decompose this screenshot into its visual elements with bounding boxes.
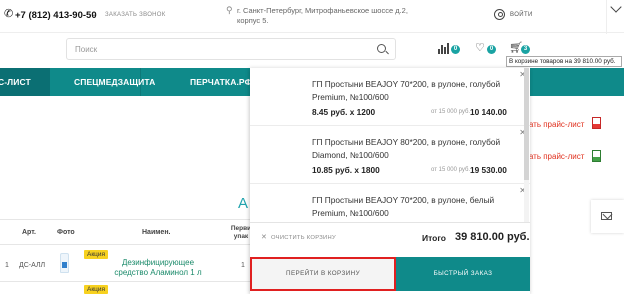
search-bar[interactable] bbox=[66, 38, 396, 60]
compare-icon[interactable] bbox=[438, 43, 449, 54]
favorites-count-badge: 0 bbox=[487, 45, 496, 54]
user-icon[interactable] bbox=[494, 9, 505, 20]
top-bar: ✆ +7 (812) 413-90-50 ⌄ ЗАКАЗАТЬ ЗВОНОК ⚲… bbox=[0, 0, 624, 34]
table-divider bbox=[0, 244, 250, 245]
nav-item-label: С-ЛИСТ bbox=[0, 77, 31, 87]
column-header-name: Наимен. bbox=[142, 229, 171, 236]
product-image[interactable] bbox=[60, 253, 69, 273]
cart-items-list: ✕ ГП Простыни BEAJOY 70*200, в рулоне, г… bbox=[250, 68, 530, 222]
row-number: 1 bbox=[5, 262, 9, 269]
page-title: А bbox=[238, 195, 249, 212]
product-name-link[interactable]: Дезинфицирующее средство Аламинол 1 л bbox=[110, 258, 206, 278]
cart-item-price-tier: от 15 000 руб. bbox=[431, 167, 471, 173]
column-header-art: Арт. bbox=[22, 229, 36, 236]
cart-item: ✕ ГП Простыни BEAJOY 80*200, в рулоне, г… bbox=[250, 126, 530, 184]
close-icon[interactable]: ✕ bbox=[261, 233, 267, 241]
cart-count-badge: 3 bbox=[521, 45, 530, 54]
cart-tooltip: В корзине товаров на 39 810.00 руб. bbox=[506, 56, 622, 67]
compare-count-badge: 0 bbox=[451, 45, 460, 54]
go-to-cart-button[interactable]: ПЕРЕЙТИ В КОРЗИНУ bbox=[250, 257, 396, 291]
column-header-photo: Фото bbox=[57, 229, 75, 236]
cart-item-name[interactable]: ГП Простыни BEAJOY 80*200, в рулоне, гол… bbox=[312, 136, 512, 162]
header-divider bbox=[0, 32, 624, 33]
cart-item: ✕ ГП Простыни BEAJOY 70*200, в рулоне, г… bbox=[250, 68, 530, 126]
heart-icon[interactable]: ♡ bbox=[475, 43, 485, 54]
promo-badge: Акция bbox=[84, 285, 109, 294]
nav-item-perchatka[interactable]: ПЕРЧАТКА.РФ bbox=[190, 77, 252, 87]
clear-cart-button[interactable]: ОЧИСТИТЬ КОРЗИНУ bbox=[271, 235, 336, 241]
table-divider bbox=[0, 281, 250, 282]
store-address: г. Санкт-Петербург, Митрофаньевское шосс… bbox=[237, 6, 408, 25]
cart-scrollbar[interactable] bbox=[524, 68, 529, 222]
row-pack: 1 bbox=[241, 262, 245, 269]
cart-total-value: 39 810.00 руб. bbox=[455, 231, 530, 243]
cart-total-label: Итого bbox=[422, 233, 446, 243]
scrollbar-thumb[interactable] bbox=[524, 68, 529, 180]
cart-dropdown: ✕ ГП Простыни BEAJOY 70*200, в рулоне, г… bbox=[250, 68, 530, 294]
search-input[interactable] bbox=[75, 42, 365, 57]
location-pin-icon: ⚲ bbox=[226, 5, 233, 15]
promo-badge: Акция bbox=[84, 250, 109, 259]
search-icon[interactable] bbox=[377, 44, 386, 53]
excel-file-icon[interactable] bbox=[592, 150, 601, 162]
cart-item-qty: 10.85 руб. x 1800 bbox=[312, 165, 380, 175]
nav-item-price-list[interactable]: С-ЛИСТ bbox=[0, 68, 50, 96]
cart-item-name[interactable]: ГП Простыни BEAJOY 70*200, в рулоне, бел… bbox=[312, 194, 512, 220]
callback-link[interactable]: ЗАКАЗАТЬ ЗВОНОК bbox=[105, 12, 166, 18]
pdf-file-icon[interactable] bbox=[592, 117, 601, 129]
quick-order-button[interactable]: БЫСТРЫЙ ЗАКАЗ bbox=[396, 257, 530, 291]
cart-item-total: 10 140.00 bbox=[470, 107, 507, 117]
phone-number[interactable]: +7 (812) 413-90-50 bbox=[15, 10, 97, 21]
cart-item-qty: 8.45 руб. x 1200 bbox=[312, 107, 376, 117]
mail-icon bbox=[601, 212, 612, 220]
row-art: ДС-АЛЛ bbox=[19, 262, 46, 269]
cart-item-price-tier: от 15 000 руб. bbox=[431, 109, 471, 115]
cart-item-total: 19 530.00 bbox=[470, 165, 507, 175]
chevron-down-icon[interactable] bbox=[606, 0, 624, 34]
table-divider bbox=[0, 219, 250, 220]
feedback-tab[interactable] bbox=[591, 200, 624, 233]
nav-item-spetsmedzashchita[interactable]: СПЕЦМЕДЗАЩИТА bbox=[74, 77, 155, 87]
cart-item: ✕ ГП Простыни BEAJOY 70*200, в рулоне, б… bbox=[250, 184, 530, 222]
phone-icon: ✆ bbox=[4, 8, 14, 20]
cart-item-name[interactable]: ГП Простыни BEAJOY 70*200, в рулоне, гол… bbox=[312, 78, 512, 104]
cart-footer-divider bbox=[250, 222, 530, 223]
chevron-down-icon[interactable]: ⌄ bbox=[91, 10, 97, 18]
login-link[interactable]: ВОЙТИ bbox=[510, 12, 533, 18]
